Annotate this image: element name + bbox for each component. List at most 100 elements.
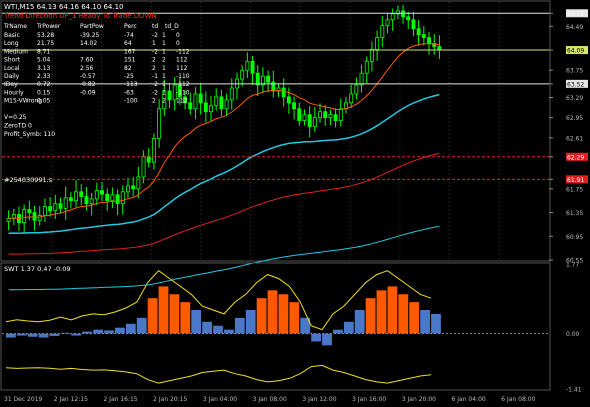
swt-bar bbox=[136, 317, 147, 334]
stats-header: td_D bbox=[165, 23, 179, 30]
stats-cell: 3.13 bbox=[37, 65, 51, 72]
stats-cell: Hourly bbox=[4, 89, 24, 96]
stats-cell: -110 bbox=[176, 89, 190, 96]
stats-cell: 1 bbox=[162, 65, 166, 72]
stats-cell: Long bbox=[4, 40, 19, 47]
stats-cell: -110 bbox=[176, 73, 190, 80]
candle-body bbox=[318, 111, 322, 119]
y-tick-label: 63.75 bbox=[566, 68, 583, 75]
x-tick-label: 6 Jan 04:00 bbox=[452, 396, 486, 403]
level-badge-label: 64.09 bbox=[567, 48, 584, 55]
stats-cell: 1 bbox=[162, 73, 166, 80]
candle-body bbox=[369, 49, 374, 62]
stats-cell: 0 bbox=[176, 40, 180, 47]
y-tick-label: 62.61 bbox=[566, 135, 583, 142]
stats-cell: 53.28 bbox=[37, 32, 54, 39]
swt-bar bbox=[267, 290, 278, 334]
stats-cell: 112 bbox=[176, 65, 188, 72]
candle-body bbox=[401, 10, 406, 18]
x-tick-label: 31 Dec 2019 bbox=[4, 396, 43, 403]
candle-body bbox=[411, 19, 416, 30]
stats-cell: -63 bbox=[124, 89, 134, 96]
stats-cell: 2 bbox=[152, 98, 156, 105]
candle-body bbox=[421, 34, 426, 38]
candle-body bbox=[416, 28, 421, 36]
candle-body bbox=[302, 114, 307, 122]
stats-cell: -1 bbox=[152, 73, 158, 80]
stats-cell: 112 bbox=[176, 57, 188, 64]
stats-cell: 1 bbox=[162, 81, 166, 88]
swt-bar bbox=[376, 290, 387, 334]
candle-body bbox=[297, 108, 302, 122]
stats-cell: Medium bbox=[4, 48, 28, 55]
stats-cell: 112 bbox=[176, 98, 188, 105]
candle-body bbox=[286, 96, 291, 104]
x-tick-label: 3 Jan 12:00 bbox=[302, 396, 336, 403]
x-tick-label: 2 Jan 16:15 bbox=[103, 396, 137, 403]
swt-bar bbox=[147, 298, 158, 334]
swt-bar bbox=[289, 302, 300, 334]
symbol-line: WTI,M15 64.13 64.16 64.10 64.10 bbox=[4, 3, 124, 11]
stats-cell: 7.60 bbox=[80, 57, 94, 64]
swt-bar bbox=[431, 313, 441, 334]
stats-cell: -0.09 bbox=[80, 89, 96, 96]
stats-extra: Profit_Symb: 110 bbox=[4, 131, 55, 138]
x-tick-label: 2 Jan 12:15 bbox=[54, 396, 88, 403]
y-tick-label: 60.95 bbox=[566, 234, 583, 241]
candle-body bbox=[157, 108, 162, 139]
swt-bar bbox=[60, 332, 71, 334]
swt-bar bbox=[245, 309, 256, 334]
swt-bar bbox=[409, 302, 420, 334]
stats-cell: Local bbox=[4, 65, 20, 72]
stats-cell: -25 bbox=[124, 73, 134, 80]
candle-body bbox=[390, 13, 395, 21]
swt-bar bbox=[169, 294, 180, 334]
stats-cell: 2.33 bbox=[37, 73, 51, 80]
swt-bar bbox=[125, 323, 136, 334]
stats-cell: -74 bbox=[124, 32, 134, 39]
stats-cell: 0 bbox=[176, 32, 180, 39]
candle-body bbox=[32, 212, 37, 221]
stats-cell: Daily bbox=[4, 73, 20, 80]
level-badge-label: 64.71 bbox=[567, 11, 584, 18]
stats-cell: -0.82 bbox=[80, 81, 96, 88]
chart-canvas: 64.71 64.49 64.09 63.75 63.52 63.29 62.95 62.61… bbox=[0, 0, 590, 407]
stats-cell: Basic bbox=[4, 32, 20, 39]
stats-extra: V=0.25 bbox=[4, 114, 27, 121]
time-axis: 31 Dec 2019 2 Jan 12:15 2 Jan 16:15 2 Jan 2… bbox=[4, 396, 536, 403]
stats-cell: 1 bbox=[162, 32, 166, 39]
candle-body bbox=[427, 37, 431, 44]
stats-cell: 8.71 bbox=[37, 48, 51, 55]
candle-body bbox=[48, 206, 53, 212]
candle-body bbox=[58, 203, 63, 209]
swt-bar bbox=[202, 321, 213, 334]
candle-body bbox=[120, 191, 125, 205]
candle-body bbox=[79, 191, 84, 197]
stats-cell: -2 bbox=[152, 81, 158, 88]
sub-tick-label: -1.41 bbox=[566, 387, 582, 394]
stats-cell: -39.25 bbox=[80, 32, 100, 39]
candle-body bbox=[110, 194, 115, 202]
stats-cell: -2 bbox=[152, 89, 158, 96]
y-tick-label: 62.95 bbox=[566, 115, 583, 122]
stats-header: TrName bbox=[3, 23, 27, 30]
candle-body bbox=[224, 99, 229, 110]
swt-bar bbox=[224, 329, 234, 334]
swt-bar bbox=[354, 309, 365, 334]
stats-cell: 167 bbox=[124, 48, 136, 55]
candle-body bbox=[63, 197, 68, 209]
stats-cell: 0.05 bbox=[37, 98, 51, 105]
candle-body bbox=[198, 93, 203, 104]
stats-header: TrPower bbox=[36, 23, 61, 30]
candle-body bbox=[240, 69, 245, 80]
swt-bar bbox=[343, 321, 354, 334]
y-tick-label: 61.75 bbox=[566, 186, 583, 193]
swt-bar bbox=[234, 317, 245, 334]
stats-cell: -113 bbox=[124, 81, 138, 88]
swt-bar bbox=[180, 302, 191, 334]
level-badge-label: 61.91 bbox=[567, 177, 584, 184]
candle-body bbox=[266, 75, 271, 83]
swt-bar bbox=[93, 329, 104, 334]
candle-body bbox=[255, 72, 260, 86]
stats-cell: -100 bbox=[124, 98, 138, 105]
